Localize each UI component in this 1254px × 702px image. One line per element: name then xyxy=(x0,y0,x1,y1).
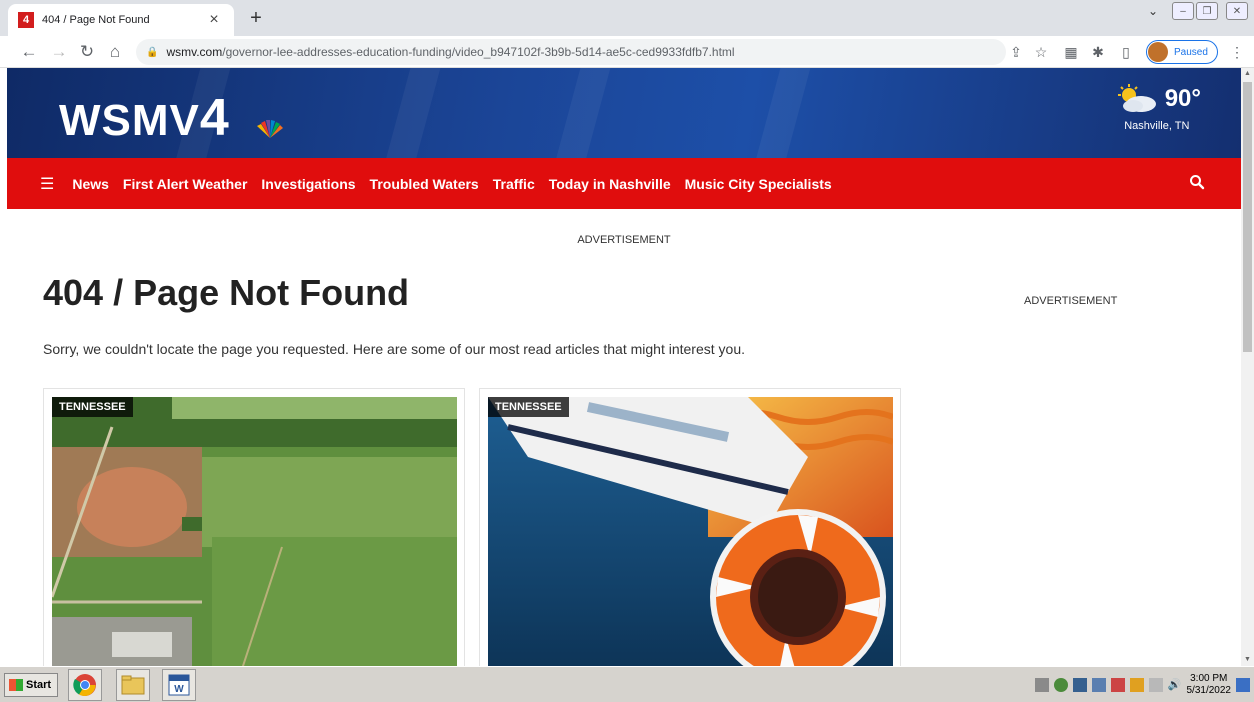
boat-life-ring-image xyxy=(488,397,893,669)
tab-title: 404 / Page Not Found xyxy=(42,14,150,26)
site-favicon-icon: 4 xyxy=(18,12,34,28)
page-title: 404 / Page Not Found xyxy=(43,272,410,313)
hamburger-menu-icon[interactable]: ☰ xyxy=(40,174,54,194)
partly-cloudy-icon xyxy=(1117,84,1156,112)
window-controls: ⌄ – ❐ ✕ xyxy=(1148,2,1248,20)
tray-app-icon[interactable] xyxy=(1053,678,1068,692)
main-nav: ☰ News First Alert Weather Investigation… xyxy=(7,158,1241,209)
address-bar[interactable]: 🔒 wsmv.com/governor-lee-addresses-educat… xyxy=(136,39,1006,65)
url-domain: wsmv.com xyxy=(166,45,223,59)
taskbar: Start W 🔊 3:00 PM 5/31/2022 xyxy=(0,666,1254,702)
article-image-boat-safety[interactable] xyxy=(488,397,893,669)
clock-time: 3:00 PM xyxy=(1190,673,1228,684)
advertisement-label-sidebar: ADVERTISEMENT xyxy=(1024,295,1118,307)
tray-updates-icon[interactable] xyxy=(1129,678,1144,692)
url-path: /governor-lee-addresses-education-fundin… xyxy=(222,45,735,59)
show-desktop-icon[interactable] xyxy=(1236,678,1250,692)
nav-item-troubled-waters[interactable]: Troubled Waters xyxy=(370,176,479,192)
not-found-message: Sorry, we couldn't locate the page you r… xyxy=(43,341,745,357)
tray-usb-icon[interactable] xyxy=(1034,678,1049,692)
nbc-peacock-icon xyxy=(257,120,283,138)
search-icon[interactable] xyxy=(1189,174,1205,190)
taskbar-word-button[interactable]: W xyxy=(162,669,196,701)
taskbar-file-explorer-button[interactable] xyxy=(116,669,150,701)
profile-status: Paused xyxy=(1174,46,1208,58)
header-decoration xyxy=(380,68,444,158)
header-decoration xyxy=(750,68,814,158)
svg-text:W: W xyxy=(174,684,184,695)
card-category-tag[interactable]: TENNESSEE xyxy=(488,397,569,417)
chrome-icon xyxy=(73,674,96,696)
nav-item-investigations[interactable]: Investigations xyxy=(261,176,355,192)
nav-item-news[interactable]: News xyxy=(72,176,109,192)
nav-item-first-alert-weather[interactable]: First Alert Weather xyxy=(123,176,247,192)
scroll-up-icon[interactable]: ▲ xyxy=(1241,68,1254,80)
maximize-icon[interactable]: ❐ xyxy=(1196,2,1218,20)
advertisement-label: ADVERTISEMENT xyxy=(577,234,671,246)
folder-icon xyxy=(121,675,145,695)
start-label: Start xyxy=(26,679,52,691)
taskbar-clock[interactable]: 3:00 PM 5/31/2022 xyxy=(1187,673,1232,697)
article-card[interactable]: TENNESSEE xyxy=(479,388,901,669)
card-category-tag[interactable]: TENNESSEE xyxy=(52,397,133,417)
article-image-aerial-farmland[interactable] xyxy=(52,397,457,669)
article-card[interactable]: TENNESSEE xyxy=(43,388,465,669)
lock-icon: 🔒 xyxy=(146,46,159,58)
scrollbar-thumb[interactable] xyxy=(1243,82,1252,352)
reload-icon[interactable]: ↻ xyxy=(76,41,98,63)
extension-icon[interactable]: ▦ xyxy=(1060,41,1082,63)
tray-signal-icon[interactable] xyxy=(1148,678,1163,692)
close-tab-icon[interactable]: × xyxy=(204,11,224,29)
tray-display-icon[interactable] xyxy=(1091,678,1106,692)
nav-item-traffic[interactable]: Traffic xyxy=(493,176,535,192)
back-icon[interactable]: ← xyxy=(18,41,40,63)
weather-city: Nashville, TN xyxy=(1124,120,1190,132)
site-logo[interactable]: WSMV4 xyxy=(59,88,230,148)
weather-widget[interactable]: 90° Nashville, TN xyxy=(1113,84,1201,132)
browser-toolbar: ← → ↻ ⌂ 🔒 wsmv.com/governor-lee-addresse… xyxy=(0,36,1254,68)
start-button[interactable]: Start xyxy=(4,673,58,697)
forward-icon[interactable]: → xyxy=(48,41,70,63)
logo-text: WSMV xyxy=(59,96,200,145)
profile-paused-button[interactable]: Paused xyxy=(1146,40,1218,64)
close-window-icon[interactable]: ✕ xyxy=(1226,2,1248,20)
word-icon: W xyxy=(168,674,190,696)
tab-search-icon[interactable]: ⌄ xyxy=(1148,4,1158,18)
tray-network-icon[interactable] xyxy=(1072,678,1087,692)
taskbar-chrome-button[interactable] xyxy=(68,669,102,701)
bookmark-star-icon[interactable]: ☆ xyxy=(1030,41,1052,63)
windows-flag-icon xyxy=(9,679,23,691)
browser-tab[interactable]: 4 404 / Page Not Found × xyxy=(8,4,234,36)
extensions-puzzle-icon[interactable]: ✱ xyxy=(1087,41,1109,63)
vertical-scrollbar[interactable]: ▲ ▼ xyxy=(1241,68,1254,666)
nav-item-today-in-nashville[interactable]: Today in Nashville xyxy=(549,176,671,192)
tray-security-icon[interactable] xyxy=(1110,678,1125,692)
clock-date: 5/31/2022 xyxy=(1186,685,1232,696)
logo-number: 4 xyxy=(199,89,230,147)
side-panel-icon[interactable]: ▯ xyxy=(1115,41,1137,63)
system-tray: 🔊 3:00 PM 5/31/2022 xyxy=(1034,670,1250,700)
minimize-icon[interactable]: – xyxy=(1172,2,1194,20)
farmland-aerial-image xyxy=(52,397,457,669)
browser-tab-strip: 4 404 / Page Not Found × + ⌄ – ❐ ✕ xyxy=(0,0,1254,36)
nav-item-music-city-specialists[interactable]: Music City Specialists xyxy=(685,176,832,192)
avatar xyxy=(1148,42,1168,62)
new-tab-button[interactable]: + xyxy=(244,7,268,29)
browser-menu-icon[interactable]: ⋮ xyxy=(1226,41,1248,63)
site-header: WSMV4 90° Nashville, TN xyxy=(7,68,1241,158)
header-decoration xyxy=(550,68,614,158)
scroll-down-icon[interactable]: ▼ xyxy=(1241,654,1254,666)
weather-temperature: 90° xyxy=(1164,85,1201,112)
home-icon[interactable]: ⌂ xyxy=(104,41,126,63)
share-icon[interactable]: ⇪ xyxy=(1005,41,1027,63)
volume-icon[interactable]: 🔊 xyxy=(1168,678,1182,692)
